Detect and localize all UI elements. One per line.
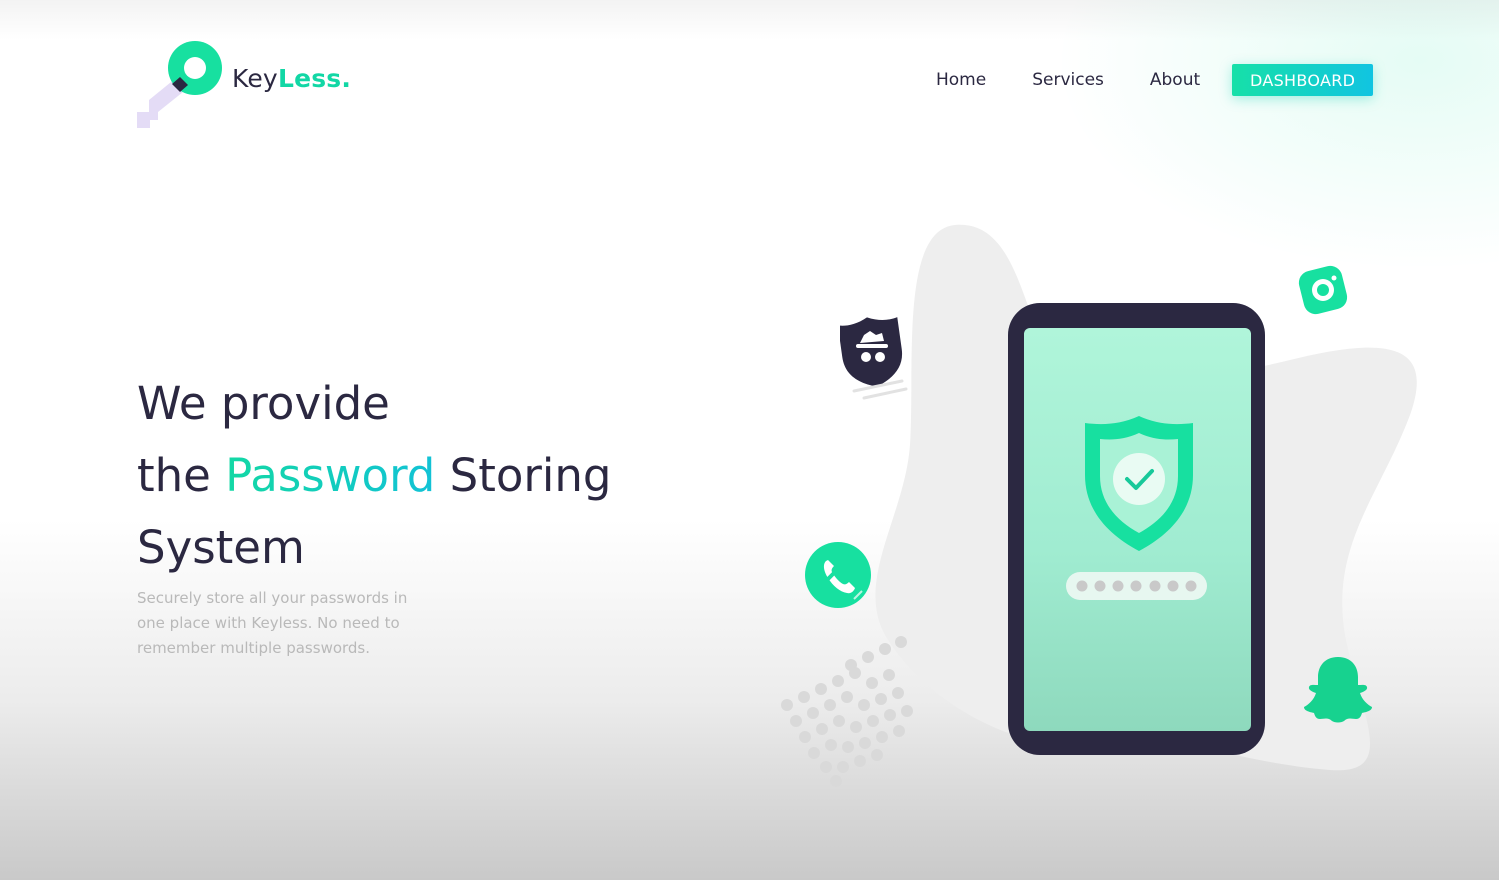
nav-about-link[interactable]: About [1150, 70, 1200, 90]
snapchat-ghost-icon [1304, 657, 1372, 723]
dashboard-button[interactable]: DASHBOARD [1232, 64, 1374, 96]
nav-services-link[interactable]: Services [1032, 70, 1104, 90]
headline-accent-word: Password [225, 449, 436, 502]
phone-call-icon [805, 542, 871, 608]
brand-name: KeyLess. [232, 64, 351, 93]
headline-line-3: System [137, 521, 305, 574]
headline-line-2-suffix: Storing [435, 449, 612, 502]
spy-shield-icon [840, 317, 908, 400]
shield-check-icon [1085, 416, 1193, 551]
main-nav: Home Services About DASHBOARD [912, 63, 1374, 97]
headline-line-1: We provide [137, 377, 390, 430]
brand-name-key: Key [232, 64, 278, 93]
camera-app-icon [1298, 265, 1348, 315]
dot-pattern [781, 636, 913, 787]
brand-name-less: Less. [277, 64, 352, 93]
landing-page: KeyLess. Home Services About DASHBOARD W… [0, 0, 1499, 880]
brand-logo[interactable]: KeyLess. [136, 40, 366, 130]
hero-headline: We provide the Password Storing System [137, 368, 717, 584]
hero-illustration [770, 215, 1470, 815]
hero-section: We provide the Password Storing System S… [137, 368, 717, 676]
key-logo-icon [137, 41, 222, 128]
hero-subtext: Securely store all your passwords in one… [137, 589, 408, 657]
nav-home-link[interactable]: Home [936, 70, 986, 90]
headline-line-2-prefix: the [137, 449, 226, 502]
